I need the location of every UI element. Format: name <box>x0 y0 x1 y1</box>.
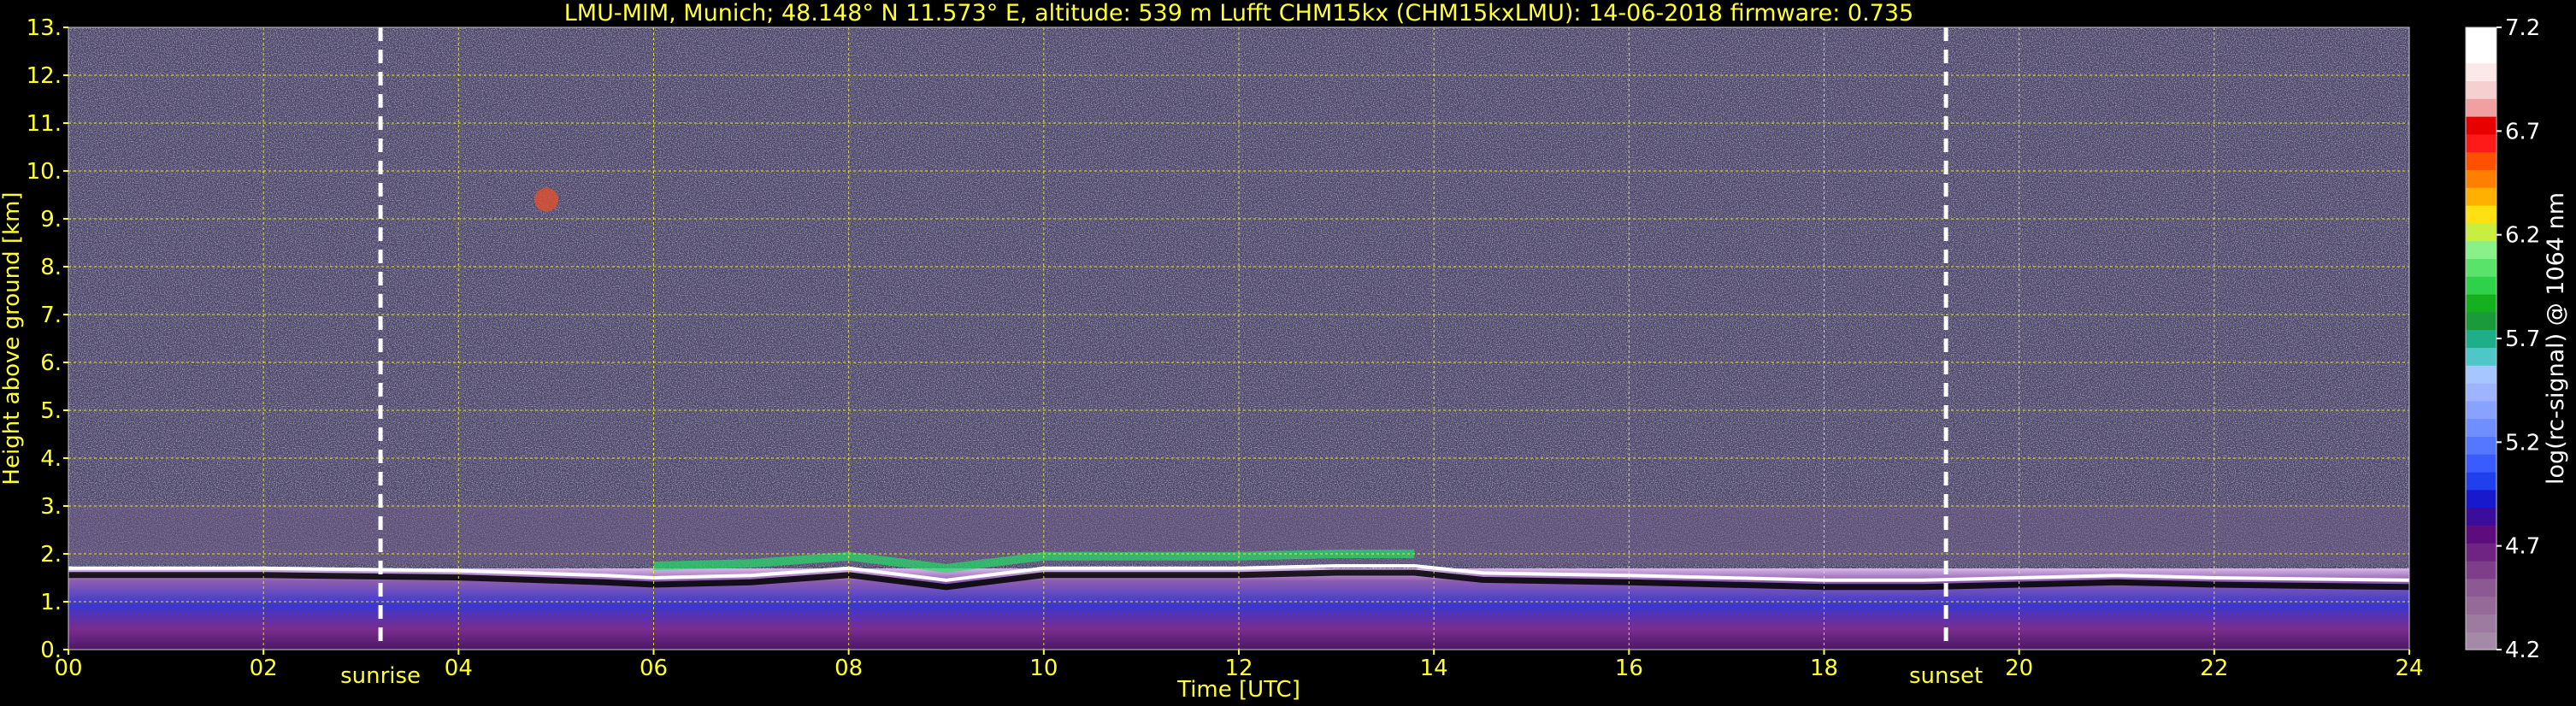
colorbar-tick-label: 5.7 <box>2505 327 2540 352</box>
colorbar-label: log(rc-signal) @ 1064 nm <box>2543 192 2569 485</box>
x-tick-label: 20 <box>2005 656 2033 681</box>
y-tick-label: 12. <box>27 63 62 89</box>
colorbar-segment <box>2466 133 2496 153</box>
colorbar-segment <box>2466 489 2496 509</box>
colorbar-segment <box>2466 169 2496 188</box>
y-axis-label: Height above ground [km] <box>0 191 25 485</box>
colorbar-tick-label: 6.2 <box>2505 223 2540 249</box>
colorbar-segment <box>2466 240 2496 259</box>
x-tick-label: 14 <box>1420 656 1448 681</box>
colorbar-segment <box>2466 632 2496 650</box>
colorbar-segment <box>2466 80 2496 99</box>
x-tick-label: 06 <box>640 656 668 681</box>
y-tick-label: 1. <box>40 590 62 615</box>
sun-marker-label: sunrise <box>340 663 421 689</box>
colorbar-ticks: 4.2 4.7 5.2 5.7 6.2 6.7 7.2 <box>2496 15 2540 663</box>
colorbar-segment <box>2466 27 2496 46</box>
colorbar-segment <box>2466 614 2496 632</box>
colorbar-segment <box>2466 436 2496 455</box>
x-tick-label: 08 <box>834 656 863 681</box>
colorbar-segment <box>2466 578 2496 597</box>
colorbar-segment <box>2466 347 2496 366</box>
x-tick-label: 10 <box>1029 656 1058 681</box>
colorbar-segment <box>2466 44 2496 64</box>
x-tick-label: 04 <box>445 656 473 681</box>
colorbar-segment <box>2466 258 2496 277</box>
colorbar-segment <box>2466 187 2496 206</box>
y-tick-label: 8. <box>40 255 62 280</box>
colorbar-segment <box>2466 596 2496 615</box>
sun-marker-label: sunset <box>1909 663 1983 689</box>
colorbar-segment <box>2466 507 2496 526</box>
cirrus-patch <box>534 187 559 212</box>
colorbar-tick-label: 4.7 <box>2505 534 2540 560</box>
x-axis-label: Time [UTC] <box>1176 677 1300 703</box>
y-tick-label: 13. <box>27 15 62 41</box>
colorbar-segment <box>2466 400 2496 420</box>
colorbar-segment <box>2466 98 2496 117</box>
colorbar-segment <box>2466 222 2496 242</box>
colorbar-segment <box>2466 276 2496 295</box>
y-tick-label: 2. <box>40 542 62 568</box>
colorbar-tick-label: 6.7 <box>2505 119 2540 144</box>
y-tick-label: 9. <box>40 207 62 232</box>
colorbar <box>2466 27 2496 650</box>
colorbar-segment <box>2466 418 2496 437</box>
x-tick-label: 18 <box>1810 656 1838 681</box>
y-tick-label: 5. <box>40 398 62 424</box>
colorbar-segment <box>2466 311 2496 331</box>
colorbar-segment <box>2466 454 2496 473</box>
y-tick-label: 3. <box>40 494 62 520</box>
y-tick-label: 7. <box>40 303 62 328</box>
colorbar-segment <box>2466 525 2496 544</box>
y-tick-label: 4. <box>40 446 62 472</box>
y-tick-label: 10. <box>27 159 62 185</box>
x-tick-label: 24 <box>2395 656 2423 681</box>
colorbar-segment <box>2466 205 2496 224</box>
y-tick-labels: 0. 1. 2. 3. 4. 5. 6. 7. 8. 9. 10. 11. 12. 13. <box>27 15 68 663</box>
colorbar-tick-label: 7.2 <box>2505 15 2540 41</box>
y-tick-label: 6. <box>40 350 62 376</box>
colorbar-segment <box>2466 116 2496 135</box>
x-tick-label: 16 <box>1615 656 1643 681</box>
x-tick-label: 02 <box>250 656 278 681</box>
colorbar-segment <box>2466 365 2496 384</box>
colorbar-segment <box>2466 543 2496 562</box>
colorbar-segment <box>2466 383 2496 402</box>
colorbar-tick-label: 5.2 <box>2505 430 2540 456</box>
colorbar-segment <box>2466 472 2496 491</box>
x-tick-label: 22 <box>2200 656 2228 681</box>
chart-title: LMU-MIM, Munich; 48.148° N 11.573° E, al… <box>564 0 1913 26</box>
colorbar-segment <box>2466 62 2496 81</box>
colorbar-tick-label: 4.2 <box>2505 638 2540 663</box>
colorbar-segment <box>2466 561 2496 580</box>
colorbar-segment <box>2466 294 2496 313</box>
colorbar-segment <box>2466 151 2496 170</box>
y-tick-label: 0. <box>40 638 62 663</box>
lidar-chart: sunrise sunset 00 02 04 06 08 10 12 14 16 18 20 22 24… <box>0 0 2569 703</box>
colorbar-segment <box>2466 329 2496 348</box>
y-tick-label: 11. <box>27 111 62 137</box>
